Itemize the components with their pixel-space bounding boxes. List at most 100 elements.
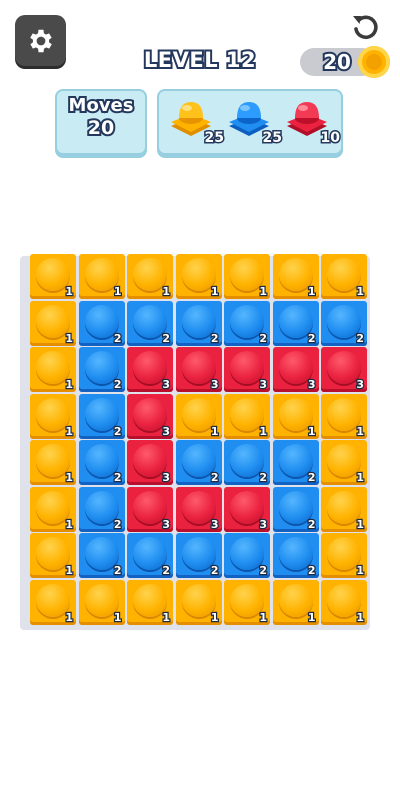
tile-yellow[interactable]: 1 — [30, 579, 76, 625]
tile-yellow[interactable]: 1 — [321, 393, 367, 439]
tile-blue[interactable]: 2 — [175, 533, 222, 578]
tile-yellow[interactable]: 1 — [127, 254, 173, 299]
tile-red[interactable]: 3 — [224, 347, 270, 392]
tile-yellow[interactable]: 1 — [175, 393, 222, 439]
tile-red[interactable]: 3 — [127, 347, 173, 392]
tile-layer-count: 1 — [355, 470, 365, 485]
tile-red[interactable]: 3 — [175, 347, 222, 392]
tile-blue[interactable]: 2 — [224, 300, 270, 346]
tile-blue[interactable]: 2 — [224, 533, 270, 578]
tile-yellow[interactable]: 1 — [175, 254, 222, 299]
tile-layer-count: 2 — [113, 470, 123, 485]
tile-layer-count: 3 — [307, 377, 317, 392]
tile-yellow[interactable]: 1 — [175, 579, 222, 625]
tile-layer-count: 2 — [307, 470, 317, 485]
tile-yellow[interactable]: 1 — [30, 300, 76, 346]
tile-layer-count: 2 — [307, 563, 317, 578]
tile-yellow[interactable]: 1 — [30, 254, 76, 299]
tile-layer-count: 2 — [258, 563, 268, 578]
tile-layer-count: 1 — [355, 610, 365, 625]
tile-yellow[interactable]: 1 — [272, 254, 319, 299]
moves-value: 20 — [86, 115, 116, 141]
tile-yellow[interactable]: 1 — [321, 486, 367, 532]
tile-layer-count: 1 — [113, 284, 123, 299]
goal-red-count: 10 — [319, 129, 342, 148]
tile-red[interactable]: 3 — [127, 440, 173, 485]
tile-yellow[interactable]: 1 — [272, 393, 319, 439]
tile-layer-count: 2 — [113, 331, 123, 346]
goal-yellow-count: 25 — [203, 129, 226, 148]
tile-red[interactable]: 3 — [127, 393, 173, 439]
tile-blue[interactable]: 2 — [272, 300, 319, 346]
tile-layer-count: 3 — [161, 470, 171, 485]
tile-yellow[interactable]: 1 — [321, 254, 367, 299]
tile-layer-count: 1 — [307, 284, 317, 299]
tile-layer-count: 2 — [307, 331, 317, 346]
tile-yellow[interactable]: 1 — [30, 393, 76, 439]
tile-blue[interactable]: 2 — [127, 533, 173, 578]
tile-layer-count: 1 — [64, 331, 74, 346]
tile-layer-count: 1 — [307, 610, 317, 625]
tile-yellow[interactable]: 1 — [224, 579, 270, 625]
tile-layer-count: 1 — [355, 517, 365, 532]
tile-layer-count: 1 — [113, 610, 123, 625]
tile-layer-count: 2 — [210, 470, 220, 485]
restart-icon — [353, 15, 378, 40]
tile-yellow[interactable]: 1 — [321, 533, 367, 578]
tile-layer-count: 2 — [258, 331, 268, 346]
restart-button[interactable] — [348, 10, 382, 44]
tile-yellow[interactable]: 1 — [30, 440, 76, 485]
tile-layer-count: 1 — [64, 517, 74, 532]
tile-yellow[interactable]: 1 — [30, 347, 76, 392]
tile-layer-count: 3 — [161, 377, 171, 392]
tile-yellow[interactable]: 1 — [224, 393, 270, 439]
tile-yellow[interactable]: 1 — [321, 440, 367, 485]
tile-blue[interactable]: 2 — [321, 300, 367, 346]
tile-layer-count: 2 — [258, 470, 268, 485]
tile-layer-count: 2 — [113, 424, 123, 439]
tile-red[interactable]: 3 — [224, 486, 270, 532]
tile-layer-count: 2 — [210, 563, 220, 578]
tile-layer-count: 3 — [161, 517, 171, 532]
tile-blue[interactable]: 2 — [175, 300, 222, 346]
tile-layer-count: 2 — [161, 563, 171, 578]
tile-blue[interactable]: 2 — [78, 393, 125, 439]
tile-yellow[interactable]: 1 — [127, 579, 173, 625]
tile-blue[interactable]: 2 — [272, 440, 319, 485]
coin-counter: 20 — [300, 46, 392, 78]
tile-yellow[interactable]: 1 — [321, 579, 367, 625]
goal-red: 10 — [283, 98, 342, 150]
tile-layer-count: 2 — [113, 517, 123, 532]
tile-layer-count: 2 — [113, 563, 123, 578]
tile-layer-count: 1 — [64, 284, 74, 299]
tile-layer-count: 1 — [355, 563, 365, 578]
tile-red[interactable]: 3 — [175, 486, 222, 532]
tile-blue[interactable]: 2 — [78, 486, 125, 532]
tile-yellow[interactable]: 1 — [78, 254, 125, 299]
tile-yellow[interactable]: 1 — [224, 254, 270, 299]
tile-yellow[interactable]: 1 — [30, 533, 76, 578]
tile-red[interactable]: 3 — [321, 347, 367, 392]
tile-blue[interactable]: 2 — [272, 486, 319, 532]
tile-red[interactable]: 3 — [272, 347, 319, 392]
tile-layer-count: 1 — [64, 424, 74, 439]
tile-layer-count: 1 — [258, 284, 268, 299]
tile-blue[interactable]: 2 — [78, 300, 125, 346]
tile-yellow[interactable]: 1 — [272, 579, 319, 625]
goal-blue-count: 25 — [261, 129, 284, 148]
tile-blue[interactable]: 2 — [78, 533, 125, 578]
tile-layer-count: 2 — [210, 331, 220, 346]
tile-blue[interactable]: 2 — [175, 440, 222, 485]
tile-layer-count: 2 — [307, 517, 317, 532]
tile-yellow[interactable]: 1 — [78, 579, 125, 625]
tile-layer-count: 3 — [258, 517, 268, 532]
tile-red[interactable]: 3 — [127, 486, 173, 532]
goal-blue: 25 — [225, 98, 284, 150]
tile-blue[interactable]: 2 — [224, 440, 270, 485]
tile-blue[interactable]: 2 — [78, 440, 125, 485]
tile-layer-count: 1 — [210, 284, 220, 299]
tile-blue[interactable]: 2 — [127, 300, 173, 346]
tile-yellow[interactable]: 1 — [30, 486, 76, 532]
tile-blue[interactable]: 2 — [272, 533, 319, 578]
tile-blue[interactable]: 2 — [78, 347, 125, 392]
